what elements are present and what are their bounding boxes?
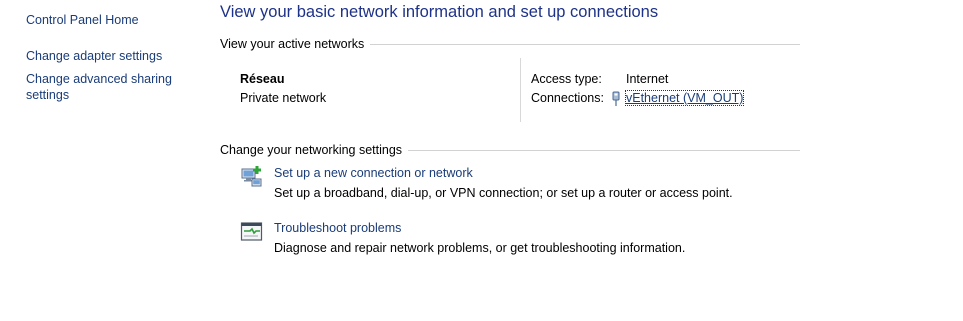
access-type-value: Internet (626, 72, 669, 86)
active-networks-header: View your active networks (220, 37, 800, 51)
setup-connection-description: Set up a broadband, dial-up, or VPN conn… (274, 186, 733, 200)
active-networks-header-label: View your active networks (220, 37, 365, 51)
connection-link[interactable]: vEthernet (VM_OUT) (624, 90, 745, 106)
connections-label: Connections: (531, 91, 604, 105)
troubleshoot-link[interactable]: Troubleshoot problems (274, 221, 401, 235)
change-adapter-settings-link[interactable]: Change adapter settings (26, 48, 206, 64)
new-connection-icon (240, 165, 264, 189)
networking-settings-header: Change your networking settings (220, 143, 800, 157)
task-pane: Control Panel Home Change adapter settin… (26, 12, 206, 103)
network-category: Private network (240, 91, 327, 105)
network-name: Réseau (240, 72, 285, 86)
section-divider (370, 43, 800, 45)
access-type-label: Access type: (531, 72, 602, 86)
change-advanced-sharing-settings-link[interactable]: Change advanced sharing settings (26, 71, 176, 103)
page-title: View your basic network information and … (220, 3, 659, 21)
networking-settings-header-label: Change your networking settings (220, 143, 403, 157)
section-divider (408, 149, 800, 151)
setup-connection-link[interactable]: Set up a new connection or network (274, 166, 473, 180)
troubleshoot-icon (240, 220, 264, 244)
network-sharing-center: Control Panel Home Change adapter settin… (0, 0, 963, 321)
ethernet-icon (610, 91, 622, 107)
control-panel-home-link[interactable]: Control Panel Home (26, 12, 206, 28)
vertical-divider (520, 58, 521, 122)
troubleshoot-description: Diagnose and repair network problems, or… (274, 241, 686, 255)
